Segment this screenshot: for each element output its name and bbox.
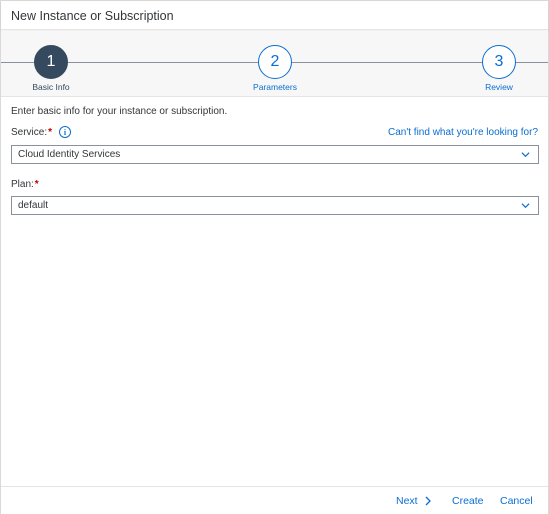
info-icon[interactable]: i bbox=[59, 126, 71, 138]
dialog-footer: Next Create Cancel bbox=[1, 486, 548, 514]
service-select-value: Cloud Identity Services bbox=[18, 149, 121, 160]
cancel-button[interactable]: Cancel bbox=[500, 495, 533, 507]
plan-label: Plan:* bbox=[11, 179, 39, 190]
create-button[interactable]: Create bbox=[452, 495, 484, 507]
wizard-step-review[interactable]: 3 Review bbox=[459, 45, 539, 95]
step-label: Basic Info bbox=[32, 82, 70, 92]
new-instance-dialog: New Instance or Subscription 1 Basic Inf… bbox=[0, 0, 549, 514]
step-number-circle[interactable]: 3 bbox=[482, 45, 516, 79]
form-intro-text: Enter basic info for your instance or su… bbox=[11, 106, 228, 117]
wizard-step-basic-info[interactable]: 1 Basic Info bbox=[11, 45, 91, 95]
cant-find-link[interactable]: Can't find what you're looking for? bbox=[388, 127, 538, 138]
chevron-down-icon[interactable] bbox=[521, 150, 530, 159]
plan-label-text: Plan: bbox=[11, 179, 34, 190]
service-label-text: Service: bbox=[11, 127, 48, 138]
next-button[interactable]: Next bbox=[396, 495, 432, 507]
required-marker: * bbox=[48, 127, 53, 138]
next-button-label: Next bbox=[396, 495, 418, 507]
wizard-progress-bar: 1 Basic Info 2 Parameters 3 Review bbox=[1, 31, 548, 97]
service-select[interactable]: Cloud Identity Services bbox=[11, 145, 539, 164]
step-number-circle[interactable]: 2 bbox=[258, 45, 292, 79]
service-label: Service:* bbox=[11, 127, 52, 138]
required-marker: * bbox=[34, 179, 39, 190]
step-label: Review bbox=[485, 82, 513, 92]
chevron-down-icon[interactable] bbox=[521, 201, 530, 210]
dialog-header: New Instance or Subscription bbox=[1, 1, 548, 30]
plan-select-value: default bbox=[18, 200, 49, 211]
dialog-title: New Instance or Subscription bbox=[11, 9, 174, 23]
wizard-step-parameters[interactable]: 2 Parameters bbox=[235, 45, 315, 95]
chevron-right-icon bbox=[425, 496, 431, 506]
step-label: Parameters bbox=[253, 82, 297, 92]
step-number-circle[interactable]: 1 bbox=[34, 45, 68, 79]
plan-select[interactable]: default bbox=[11, 196, 539, 215]
